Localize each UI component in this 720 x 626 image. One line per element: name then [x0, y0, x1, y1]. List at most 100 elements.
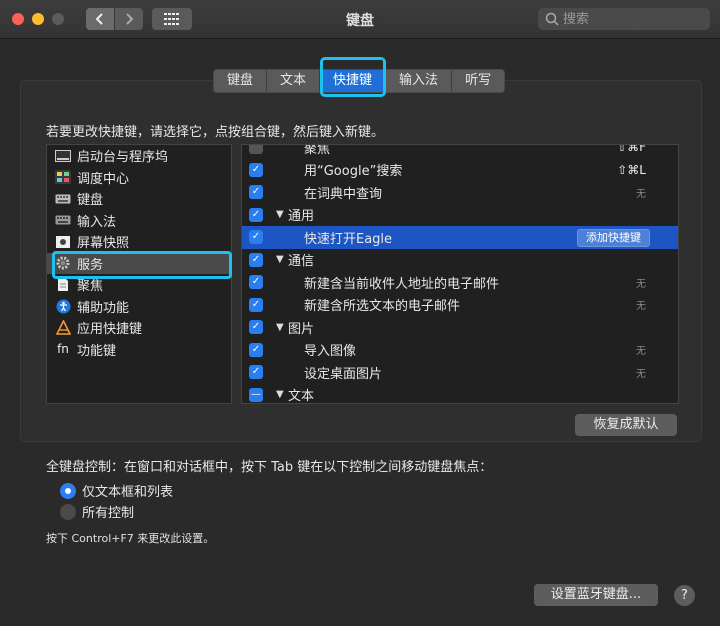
disclosure-triangle-icon[interactable]: ▼ [276, 209, 284, 220]
radio-button[interactable] [60, 482, 76, 499]
fn-key-icon: fn [57, 342, 69, 357]
sidebar-item-app-shortcuts[interactable]: 应用快捷键 [47, 317, 231, 339]
shortcut-label: 新建含当前收件人地址的电子邮件 [304, 276, 500, 292]
category-checkbox[interactable]: ✓ [249, 207, 263, 222]
launchpad-dock-icon [55, 149, 71, 163]
sidebar-item-label: 调度中心 [77, 171, 130, 187]
shortcut-row-open-eagle[interactable]: ✓ 快速打开Eagle 添加快捷键 [242, 226, 678, 249]
sidebar-item-screenshots[interactable]: 屏幕快照 [47, 231, 231, 253]
grid-icon [164, 13, 179, 25]
sidebar-item-label: 键盘 [77, 193, 104, 209]
shortcut-label: 聚焦 [304, 144, 331, 157]
shortcut-checkbox[interactable]: ✓ [249, 275, 263, 290]
gear-icon [55, 256, 71, 270]
disclosure-triangle-icon[interactable]: ▼ [276, 254, 284, 265]
shortcut-label: 快速打开Eagle [304, 231, 393, 247]
shortcut-category-general[interactable]: ✓ ▼ 通用 [242, 204, 678, 227]
radio-label: 所有控制 [82, 506, 135, 521]
sidebar-item-services[interactable]: 服务 [47, 252, 231, 274]
minimize-window-button[interactable] [32, 13, 44, 25]
app-shortcuts-icon [55, 320, 71, 336]
shortcut-checkbox[interactable]: ✓ [249, 365, 263, 380]
tab-bar: 键盘 文本 快捷键 输入法 听写 [213, 69, 506, 93]
setup-bluetooth-keyboard-button[interactable]: 设置蓝牙键盘... [534, 584, 658, 606]
shortcut-key[interactable]: 无 [636, 365, 646, 380]
instruction-text: 若要更改快捷键，请选择它，点按组合键，然后键入新键。 [46, 125, 385, 140]
tab-shortcuts[interactable]: 快捷键 [320, 70, 387, 92]
shortcut-key[interactable]: 无 [636, 297, 646, 312]
help-button[interactable]: ? [674, 585, 695, 606]
sidebar-item-label: 屏幕快照 [77, 236, 130, 252]
sidebar-item-launchpad-dock[interactable]: 启动台与程序坞 [47, 145, 231, 167]
shortcut-row-google-search[interactable]: ✓ 用“Google”搜索 ⇧⌘L [242, 159, 678, 182]
category-checkbox[interactable]: ✓ [249, 320, 263, 335]
radio-label: 仅文本框和列表 [82, 485, 174, 500]
forward-button[interactable] [115, 8, 143, 30]
shortcut-key[interactable]: ⇧⌘L [617, 163, 646, 177]
input-method-icon [55, 213, 71, 227]
zoom-window-button[interactable] [52, 13, 64, 25]
shortcut-checkbox[interactable]: ✓ [249, 297, 263, 312]
sidebar-item-label: 启动台与程序坞 [77, 150, 169, 166]
disclosure-triangle-icon[interactable]: ▼ [276, 389, 284, 400]
accessibility-icon [55, 299, 71, 314]
shortcut-category-pictures[interactable]: ✓ ▼ 图片 [242, 316, 678, 339]
search-input[interactable] [559, 10, 705, 28]
sidebar-item-accessibility[interactable]: 辅助功能 [47, 296, 231, 318]
tab-keyboard[interactable]: 键盘 [214, 70, 268, 92]
shortcut-checkbox[interactable]: ✓ [249, 230, 263, 245]
tab-text[interactable]: 文本 [267, 70, 321, 92]
shortcut-row-set-desktop-picture[interactable]: ✓ 设定桌面图片 无 [242, 361, 678, 384]
add-shortcut-button[interactable]: 添加快捷键 [577, 229, 650, 247]
full-keyboard-access-label: 全键盘控制：在窗口和对话框中，按下 Tab 键在以下控制之间移动键盘焦点： [46, 460, 493, 475]
radio-text-boxes-lists[interactable]: 仅文本框和列表 [60, 481, 173, 500]
shortcut-label: 设定桌面图片 [304, 366, 383, 382]
category-checkbox[interactable]: ✓ [249, 252, 263, 267]
sidebar-item-input-sources[interactable]: 输入法 [47, 210, 231, 232]
disclosure-triangle-icon[interactable]: ▼ [276, 322, 284, 333]
shortcut-row-spotlight[interactable]: 聚焦 ⇧⌘F [242, 144, 678, 159]
radio-button[interactable] [60, 503, 76, 520]
shortcut-key[interactable]: ⇧⌘F [617, 145, 646, 154]
keyboard-hint-text: 按下 Control+F7 来更改此设置。 [46, 532, 215, 545]
show-all-button[interactable] [152, 8, 192, 30]
sidebar-item-mission-control[interactable]: 调度中心 [47, 167, 231, 189]
tab-input-sources[interactable]: 输入法 [386, 70, 453, 92]
sidebar-item-label: 功能键 [77, 343, 117, 359]
shortcut-category-messaging[interactable]: ✓ ▼ 通信 [242, 249, 678, 272]
radio-all-controls[interactable]: 所有控制 [60, 502, 134, 521]
shortcut-key[interactable]: 无 [636, 275, 646, 290]
sidebar-item-label: 辅助功能 [77, 300, 130, 316]
spotlight-doc-icon [55, 278, 71, 292]
shortcut-label: 用“Google”搜索 [304, 164, 403, 180]
restore-defaults-button[interactable]: 恢复成默认 [575, 414, 677, 436]
close-window-button[interactable] [12, 13, 24, 25]
category-label: 文本 [288, 389, 315, 404]
shortcut-row-new-email-recipient[interactable]: ✓ 新建含当前收件人地址的电子邮件 无 [242, 271, 678, 294]
shortcut-row-dictionary-lookup[interactable]: ✓ 在词典中查询 无 [242, 181, 678, 204]
shortcut-checkbox[interactable]: ✓ [249, 342, 263, 357]
shortcut-row-import-image[interactable]: ✓ 导入图像 无 [242, 339, 678, 362]
sidebar-item-function-keys[interactable]: fn 功能键 [47, 339, 231, 361]
shortcuts-table: 聚焦 ⇧⌘F ✓ 用“Google”搜索 ⇧⌘L ✓ 在词典中查询 无 ✓ ▼ … [241, 144, 679, 404]
shortcut-label: 新建含所选文本的电子邮件 [304, 299, 461, 315]
tab-dictation[interactable]: 听写 [452, 70, 504, 92]
chevron-left-icon [95, 13, 103, 25]
sidebar-item-keyboard[interactable]: 键盘 [47, 188, 231, 210]
shortcut-checkbox[interactable] [249, 145, 263, 155]
category-checkbox[interactable]: — [249, 387, 263, 402]
shortcut-checkbox[interactable]: ✓ [249, 185, 263, 200]
search-field[interactable] [538, 8, 710, 30]
shortcut-checkbox[interactable]: ✓ [249, 162, 263, 177]
shortcut-key[interactable]: 无 [636, 342, 646, 357]
shortcut-category-list: 启动台与程序坞 调度中心 键盘 输入法 屏幕快照 服务 聚焦 辅助功能 应用快捷… [46, 144, 232, 404]
category-label: 通信 [288, 254, 315, 270]
shortcut-row-new-email-selection[interactable]: ✓ 新建含所选文本的电子邮件 无 [242, 294, 678, 317]
sidebar-item-label: 服务 [77, 257, 104, 273]
shortcut-category-text[interactable]: — ▼ 文本 [242, 384, 678, 404]
mission-control-icon [55, 170, 71, 185]
shortcut-key[interactable]: 无 [636, 185, 646, 200]
back-button[interactable] [86, 8, 114, 30]
sidebar-item-spotlight[interactable]: 聚焦 [47, 274, 231, 296]
search-icon [545, 12, 559, 26]
